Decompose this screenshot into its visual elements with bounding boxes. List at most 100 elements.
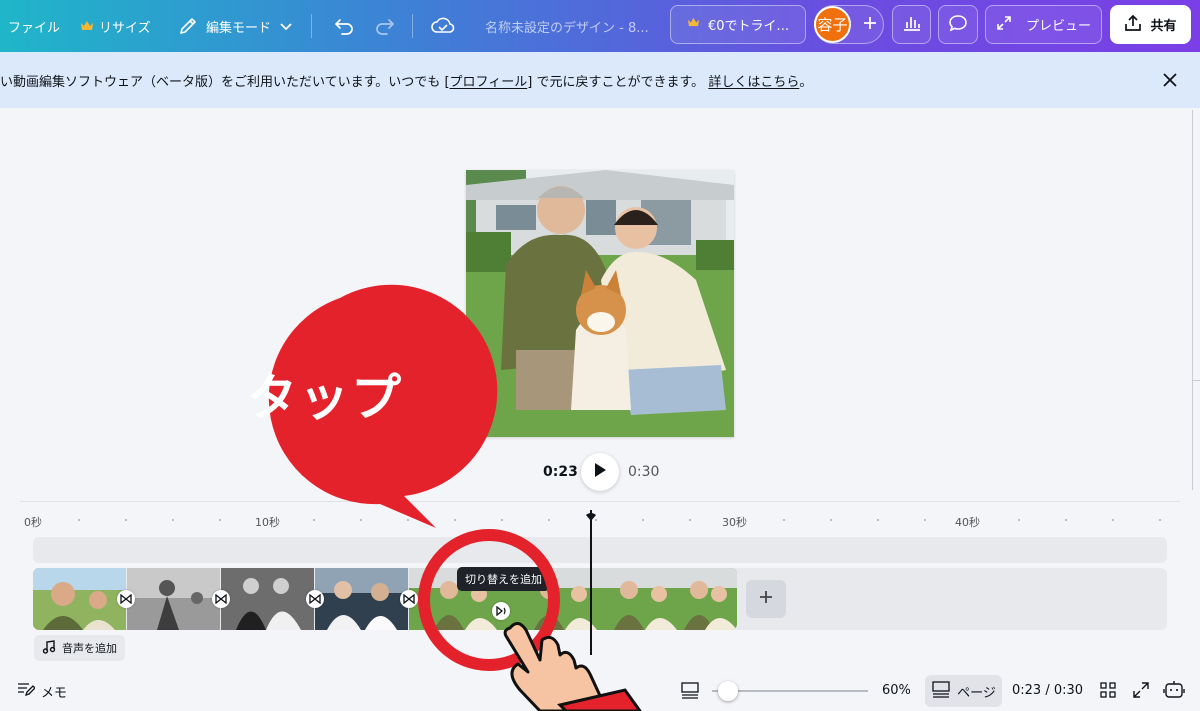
add-transition-tooltip: 切り替えを追加 <box>457 567 550 591</box>
add-audio-label: 音声を追加 <box>62 642 117 655</box>
ruler-dot <box>313 519 315 521</box>
close-icon[interactable] <box>1160 70 1180 90</box>
add-audio-button[interactable]: 音声を追加 <box>34 635 125 661</box>
ruler-dot <box>642 519 644 521</box>
banner-text-after: ] で元に戻すことができます。 <box>527 75 705 90</box>
music-note-icon <box>42 639 56 657</box>
zoom-slider-handle[interactable] <box>717 681 738 701</box>
redo-button[interactable] <box>374 0 396 52</box>
ruler-dot <box>78 519 80 521</box>
panel-edge <box>1192 380 1200 381</box>
resize-button[interactable]: リサイズ <box>80 0 151 52</box>
video-clip[interactable] <box>33 568 126 630</box>
ruler-dot <box>877 519 879 521</box>
timeline-ruler-line <box>20 501 1180 502</box>
insights-button[interactable] <box>892 5 931 44</box>
comment-icon <box>948 14 968 36</box>
learn-more-link[interactable]: 詳しくはこちら <box>708 75 799 90</box>
crown-icon <box>80 20 94 32</box>
expand-icon <box>996 15 1012 35</box>
fullscreen-button[interactable] <box>1132 681 1150 703</box>
ruler-dot <box>454 519 456 521</box>
page-view-label: ページ <box>957 685 996 701</box>
toolbar-divider <box>311 14 312 38</box>
transition-icon[interactable] <box>306 590 324 608</box>
playhead-handle[interactable] <box>586 506 596 521</box>
ruler-dot <box>219 519 221 521</box>
layout-toggle[interactable] <box>680 681 700 703</box>
notes-button[interactable]: メモ <box>17 681 67 701</box>
save-status-button[interactable] <box>431 0 455 52</box>
trial-button[interactable]: €0でトライ... <box>670 5 806 44</box>
page-view-button[interactable]: ページ <box>925 675 1002 707</box>
play-button[interactable] <box>581 453 619 491</box>
edit-mode-label: 編集モード <box>206 20 272 36</box>
ruler-dot <box>1018 519 1020 521</box>
grid-icon <box>1099 681 1117 703</box>
ruler-dot <box>924 519 926 521</box>
file-menu-button[interactable]: ファイル <box>8 0 60 52</box>
edit-mode-dropdown[interactable]: 編集モード <box>178 0 293 52</box>
trial-label: €0でトライ... <box>708 19 789 34</box>
assistant-icon <box>1163 679 1185 705</box>
current-time: 0:23 <box>543 464 578 480</box>
comments-button[interactable] <box>938 5 978 44</box>
video-clip[interactable] <box>315 568 408 630</box>
avatar-label: 容子 <box>817 16 848 34</box>
toolbar-divider <box>412 14 413 38</box>
preview-button[interactable]: プレビュー <box>985 5 1102 44</box>
crown-icon <box>687 17 700 32</box>
video-clip[interactable] <box>127 568 220 630</box>
profile-link[interactable]: プロフィール <box>450 75 528 90</box>
resize-label: リサイズ <box>99 20 151 36</box>
video-clip[interactable] <box>221 568 314 630</box>
plus-icon[interactable] <box>862 15 878 35</box>
chevron-down-icon <box>279 19 293 33</box>
ruler-label: 0秒 <box>24 516 42 529</box>
time-readout: 0:23 / 0:30 <box>1012 683 1084 698</box>
ruler-dot <box>830 519 832 521</box>
total-time: 0:30 <box>628 464 660 480</box>
notes-label: メモ <box>41 685 68 701</box>
transition-icon[interactable] <box>492 602 510 620</box>
assistant-button[interactable] <box>1163 679 1185 705</box>
play-icon <box>593 462 607 482</box>
ruler-label: 40秒 <box>955 516 980 529</box>
ruler-label: 10秒 <box>255 516 280 529</box>
info-banner: い動画編集ソフトウェア（ベータ版）をご利用いただいています。いつでも [プロフィ… <box>0 52 1200 108</box>
ruler-dot <box>1065 519 1067 521</box>
banner-text-before: い動画編集ソフトウェア（ベータ版）をご利用いただいています。いつでも [ <box>0 75 450 90</box>
add-clip-button[interactable] <box>746 580 786 618</box>
playhead[interactable] <box>590 510 592 655</box>
design-canvas-photo[interactable] <box>466 170 734 437</box>
top-toolbar: ファイル リサイズ 編集モード 名称未設定のデザイン - 8... €0でトライ… <box>0 0 1200 52</box>
ruler-dot <box>1112 519 1114 521</box>
ruler-dot <box>501 519 503 521</box>
transition-icon[interactable] <box>400 590 418 608</box>
audio-track[interactable] <box>33 537 1167 563</box>
ruler-dot <box>548 519 550 521</box>
cloud-check-icon <box>431 16 455 36</box>
zoom-percent: 60% <box>882 683 911 698</box>
layout-icon <box>680 681 700 703</box>
notes-icon <box>17 681 36 701</box>
plus-icon <box>758 589 774 609</box>
document-title[interactable]: 名称未設定のデザイン - 8... <box>485 0 649 52</box>
ruler-dot <box>407 519 409 521</box>
transition-icon[interactable] <box>117 590 135 608</box>
undo-button[interactable] <box>333 0 355 52</box>
banner-message: い動画編集ソフトウェア（ベータ版）をご利用いただいています。いつでも [プロフィ… <box>0 71 812 90</box>
share-label: 共有 <box>1150 19 1177 34</box>
callout-text: タップ <box>247 369 403 427</box>
avatar[interactable]: 容子 <box>814 6 851 43</box>
fullscreen-icon <box>1132 681 1150 703</box>
preview-label: プレビュー <box>1025 19 1091 34</box>
grid-view-button[interactable] <box>1099 681 1117 703</box>
upload-icon <box>1124 14 1142 36</box>
ruler-dot <box>1159 519 1161 521</box>
share-button[interactable]: 共有 <box>1110 5 1191 44</box>
ruler-dot <box>172 519 174 521</box>
transition-icon[interactable] <box>212 590 230 608</box>
panel-edge <box>1192 110 1193 490</box>
redo-icon <box>374 16 396 36</box>
